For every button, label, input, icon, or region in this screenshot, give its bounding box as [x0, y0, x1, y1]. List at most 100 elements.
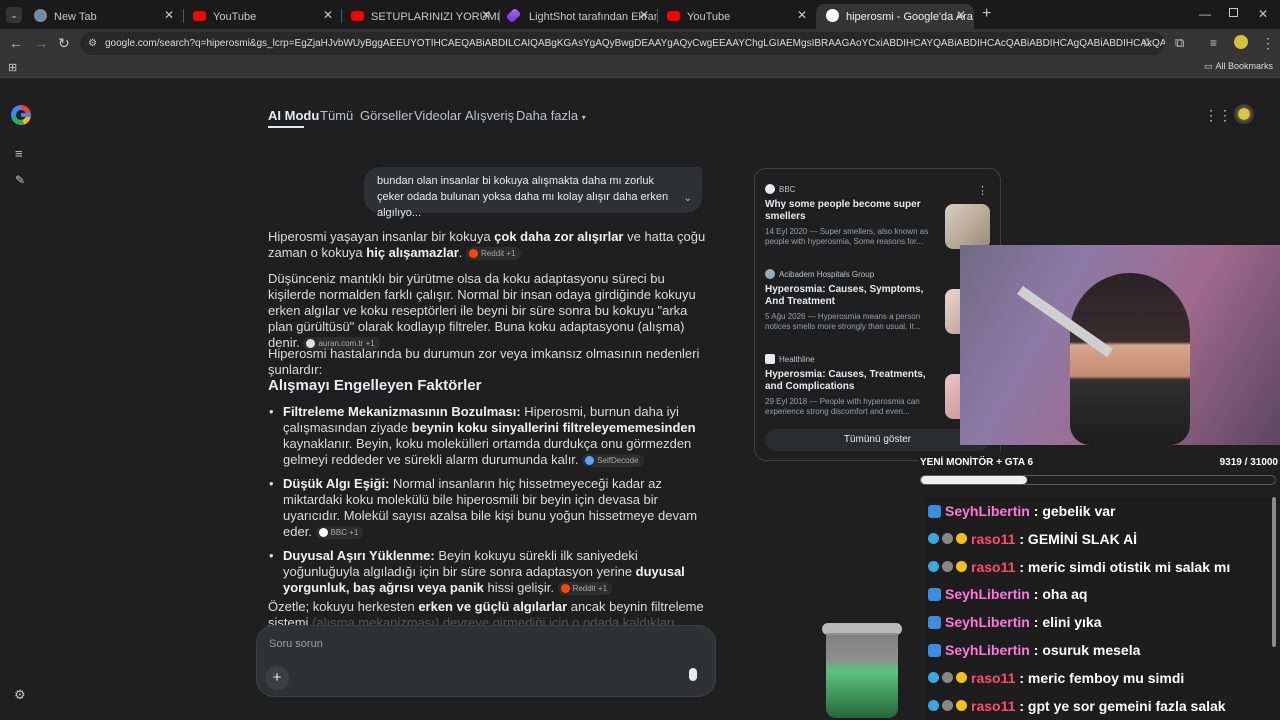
close-window-icon[interactable]: ✕: [1258, 7, 1268, 21]
all-bookmarks-folder[interactable]: ▭ All Bookmarks: [1204, 61, 1273, 72]
tab-title: YouTube: [687, 10, 731, 23]
close-icon[interactable]: ✕: [639, 8, 649, 22]
source-chip-reddit[interactable]: Reddit +1: [557, 582, 613, 596]
factors-list: Filtreleme Mekanizmasının Bozulması: Hip…: [268, 404, 708, 604]
tab-youtube-2[interactable]: YouTube ✕: [657, 4, 815, 29]
chat-text: : meric femboy mu simdi: [1019, 669, 1185, 686]
close-icon[interactable]: ✕: [323, 8, 333, 22]
source-thumbnail: [945, 204, 990, 249]
address-bar[interactable]: ⚙ google.com/search?q=hiperosmi&gs_lcrp=…: [80, 32, 1165, 55]
subscriber-badge-icon: [956, 700, 967, 712]
google-apps-icon[interactable]: ⋮⋮: [1204, 108, 1232, 122]
moderator-badge-icon: [928, 587, 941, 601]
chat-username[interactable]: raso11: [971, 559, 1015, 575]
tab-youtube-1[interactable]: YouTube ✕: [183, 4, 341, 29]
chat-message: SeyhLibertin: gebelik var: [925, 497, 1280, 525]
apps-grid-icon[interactable]: ⊞: [8, 61, 17, 75]
list-item: Duyusal Aşırı Yüklenme: Beyin kokuyu sür…: [268, 548, 708, 596]
ask-input[interactable]: Soru sorun: [269, 638, 323, 650]
chat-text: : meric simdi otistik mi salak mı: [1019, 558, 1231, 575]
tab-google-search[interactable]: hiperosmi - Google'da Ara ✕: [816, 4, 974, 29]
nav-shopping[interactable]: Alışveriş: [465, 108, 514, 123]
nav-images[interactable]: Görseller: [360, 108, 413, 123]
all-bookmarks-label: All Bookmarks: [1215, 61, 1274, 71]
chat-message: raso11: gpt ye sor gemeini fazla salak: [925, 692, 1280, 720]
tab-search-icon[interactable]: ⌄: [6, 7, 22, 23]
nav-more[interactable]: Daha fazla ▾: [516, 108, 586, 123]
google-logo-icon[interactable]: [11, 105, 31, 125]
minimize-icon[interactable]: —: [1199, 7, 1211, 21]
source-title: Why some people become super smellers: [765, 199, 921, 222]
close-icon[interactable]: ✕: [956, 8, 966, 22]
forward-icon[interactable]: →: [34, 36, 48, 50]
source-description: 29 Eyl 2018 — People with hyperosmia can…: [765, 397, 920, 416]
chat-username[interactable]: raso11: [971, 531, 1015, 547]
gear-badge-icon: [942, 533, 953, 545]
account-avatar[interactable]: [1234, 104, 1254, 124]
source-chip-selfdecode[interactable]: SelfDecode: [582, 454, 644, 468]
chat-username[interactable]: SeyhLibertin: [945, 642, 1030, 658]
goal-label: YENİ MONİTÖR + GTA 6: [920, 457, 1034, 468]
chat-username[interactable]: SeyhLibertin: [945, 586, 1030, 602]
close-icon[interactable]: ✕: [797, 8, 807, 22]
nav-videos[interactable]: Videolar: [414, 108, 461, 123]
tab-youtube-setups[interactable]: SETUPLARINIZI YORUMLUYORUM ✕: [341, 4, 499, 29]
source-chip-label: Reddit +1: [481, 249, 516, 259]
settings-gear-icon[interactable]: ⚙: [14, 688, 26, 702]
chat-scrollbar[interactable]: [1272, 497, 1276, 647]
chat-username[interactable]: SeyhLibertin: [945, 503, 1030, 519]
new-tab-icon[interactable]: +: [982, 6, 991, 22]
source-title: Hyperosmia: Causes, Treatments, and Comp…: [765, 369, 926, 392]
media-icon[interactable]: ≡: [1210, 36, 1217, 50]
sidebar-menu-icon[interactable]: ≡: [15, 147, 23, 161]
chat-message: SeyhLibertin: elini yıka: [925, 608, 1280, 636]
moderator-badge-icon: [928, 504, 941, 518]
more-options-icon[interactable]: ⋮: [977, 184, 988, 197]
source-chip-reddit[interactable]: Reddit +1: [466, 247, 521, 261]
microphone-icon[interactable]: [689, 668, 697, 681]
query-text: bundan olan insanlar bi kokuya alışmakta…: [377, 175, 669, 219]
reload-icon[interactable]: ↻: [58, 36, 70, 50]
user-query-bubble: bundan olan insanlar bi kokuya alışmakta…: [364, 167, 702, 219]
tab-title: New Tab: [54, 10, 97, 23]
restore-icon[interactable]: [1229, 8, 1238, 17]
show-all-button[interactable]: Tümünü göster: [765, 429, 990, 451]
nav-ai-mode[interactable]: AI Modu: [268, 108, 319, 123]
profile-avatar[interactable]: [1234, 35, 1248, 49]
healthline-icon: [765, 354, 775, 364]
chat-username[interactable]: raso11: [971, 670, 1015, 686]
moderator-badge-icon: [928, 615, 941, 629]
tab-new-tab[interactable]: New Tab ✕: [24, 4, 182, 29]
show-all-label: Tümünü göster: [843, 434, 912, 445]
expand-chevron-icon[interactable]: ⌄: [684, 191, 692, 207]
ask-input-box[interactable]: Soru sorun +: [256, 625, 716, 697]
close-icon[interactable]: ✕: [481, 8, 491, 22]
jar-body: [826, 633, 898, 718]
extensions-icon[interactable]: ⧉: [1175, 36, 1184, 50]
chat-username[interactable]: SeyhLibertin: [945, 614, 1030, 630]
tab-title: LightShot tarafından Ekran Görüntüsü: [529, 10, 657, 23]
new-chat-icon[interactable]: ✎: [15, 173, 25, 187]
gear-badge-icon: [942, 700, 953, 712]
candy-jar-widget: [822, 623, 902, 718]
back-icon[interactable]: ←: [9, 36, 23, 50]
bookmark-star-icon[interactable]: ☆: [1141, 36, 1153, 50]
reddit-icon: [469, 249, 479, 259]
chat-username[interactable]: raso11: [971, 698, 1015, 714]
answer-bold: çok daha zor alışırlar: [494, 229, 624, 244]
source-chip-bbc[interactable]: BBC +1: [315, 526, 364, 540]
chat-text: : osuruk mesela: [1033, 642, 1141, 658]
nav-all[interactable]: Tümü: [320, 108, 353, 123]
chat-text: : gpt ye sor gemeini fazla salak: [1019, 697, 1226, 714]
answer-text: .: [458, 245, 463, 260]
answer-paragraph-3: Hiperosmi hastalarında bu durumun zor ve…: [268, 346, 700, 377]
menu-kebab-icon[interactable]: ⋮: [1261, 36, 1275, 50]
source-chip-label: Reddit +1: [572, 584, 608, 594]
add-button[interactable]: +: [265, 666, 289, 690]
site-info-icon[interactable]: ⚙: [88, 32, 97, 55]
verified-badge-icon: [928, 533, 939, 545]
folder-icon: ▭: [1204, 61, 1213, 71]
nav-ai-underline: [268, 126, 304, 128]
tab-lightshot[interactable]: LightShot tarafından Ekran Görüntüsü ✕: [499, 4, 657, 29]
close-icon[interactable]: ✕: [164, 8, 174, 22]
